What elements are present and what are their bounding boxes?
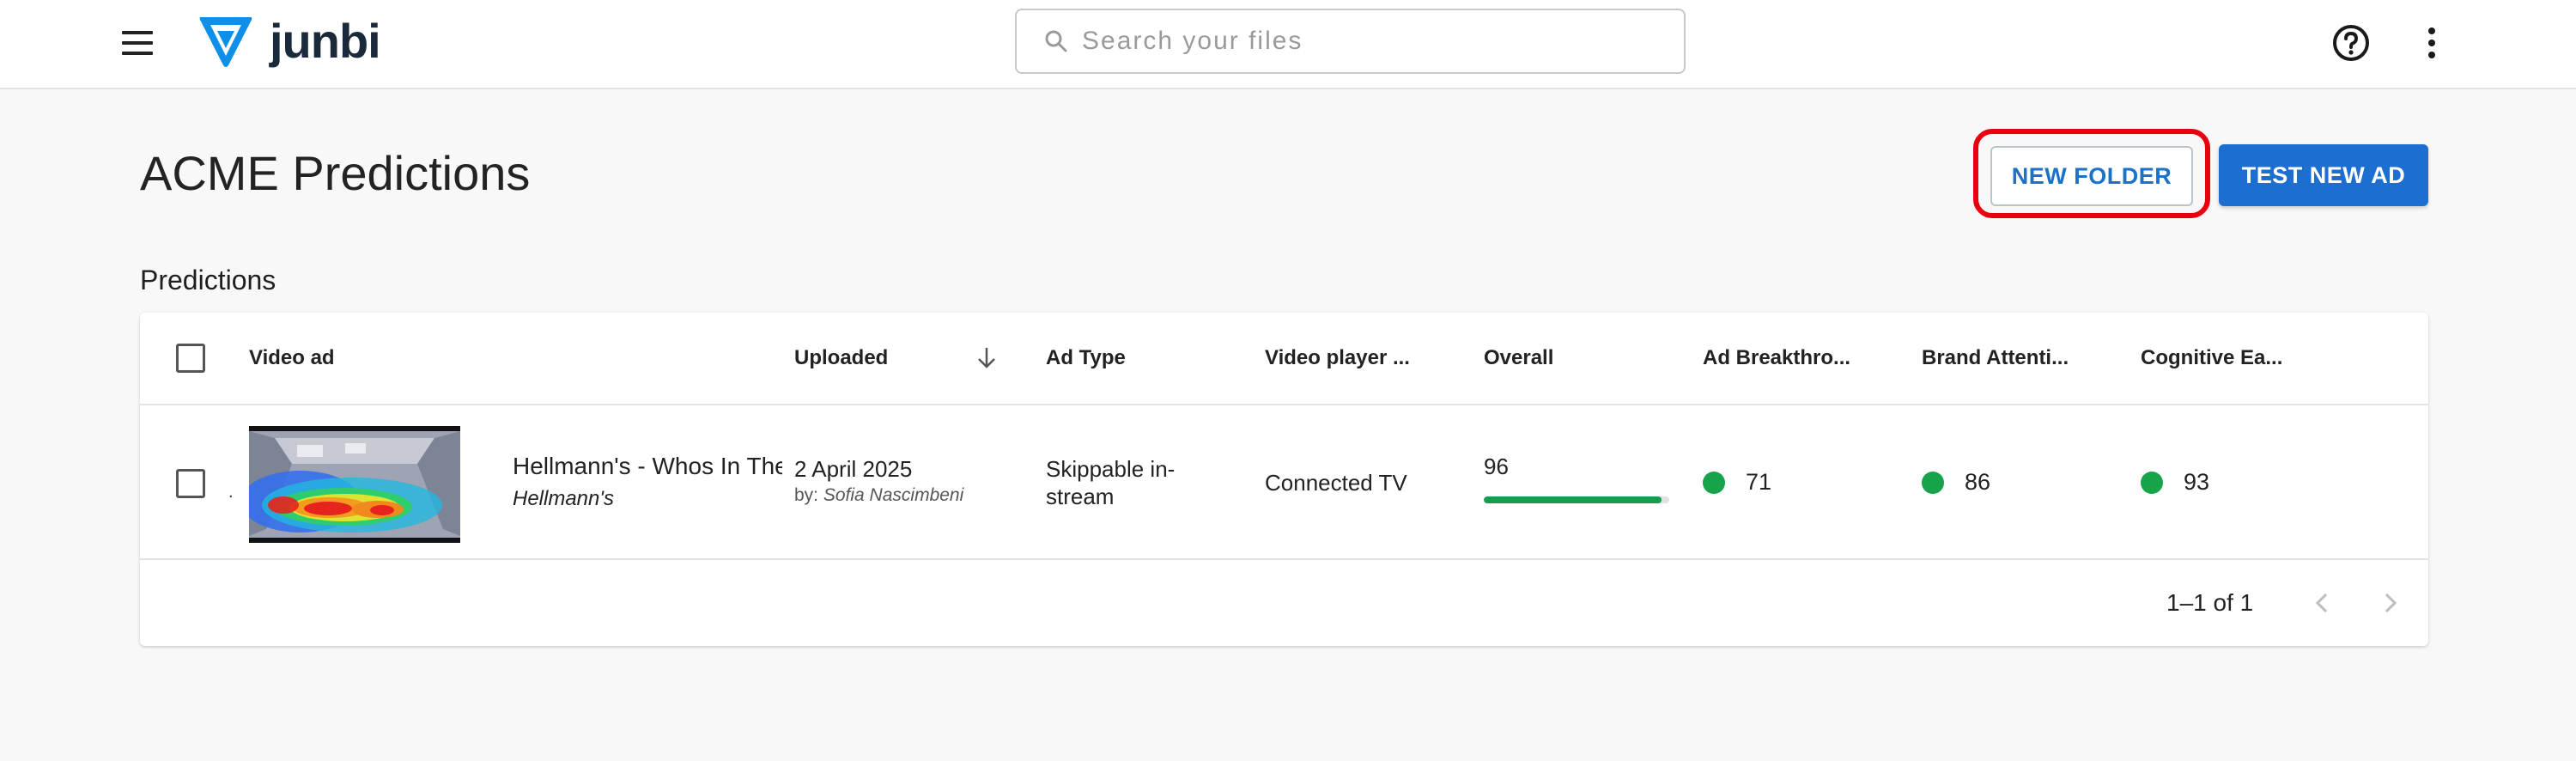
- header-brand-attention[interactable]: Brand Attenti...: [1922, 345, 2069, 371]
- help-icon[interactable]: [2330, 22, 2372, 64]
- pagination-label: 1–1 of 1: [2166, 589, 2254, 616]
- test-new-ad-button[interactable]: TEST NEW AD: [2219, 144, 2428, 206]
- cognitive-ease-value: 93: [2184, 469, 2210, 495]
- brand-attention-value: 86: [1965, 469, 1991, 495]
- menu-icon[interactable]: [118, 27, 156, 58]
- chevron-right-icon[interactable]: [2374, 587, 2405, 618]
- overall-score: 96: [1484, 454, 1509, 479]
- header-ad-breakthrough[interactable]: Ad Breakthro...: [1703, 345, 1850, 371]
- more-vert-icon[interactable]: [2421, 22, 2442, 64]
- search-input[interactable]: [1082, 27, 1649, 56]
- heatmap-thumbnail-image: [249, 426, 460, 543]
- uploaded-by-prefix: by:: [794, 485, 819, 505]
- header-video-ad[interactable]: Video ad: [249, 345, 335, 371]
- ad-breakthrough-value: 71: [1746, 469, 1772, 495]
- logo[interactable]: junbi: [196, 12, 381, 70]
- header-cognitive-ease[interactable]: Cognitive Ea...: [2141, 345, 2282, 371]
- ad-type-line1: Skippable in-: [1046, 456, 1176, 482]
- row-marker: .: [228, 483, 234, 502]
- select-all-checkbox[interactable]: [176, 344, 205, 373]
- video-thumbnail[interactable]: [249, 426, 460, 543]
- uploaded-date: 2 April 2025: [794, 456, 913, 482]
- arrow-down-icon[interactable]: [973, 344, 1000, 371]
- uploader-name: Sofia Nascimbeni: [823, 485, 964, 505]
- score-indicator-dot: [2141, 471, 2163, 494]
- section-title: Predictions: [140, 265, 276, 295]
- page-title: ACME Predictions: [140, 146, 531, 200]
- new-folder-button[interactable]: NEW FOLDER: [1990, 146, 2193, 206]
- overall-progress-bar: [1484, 496, 1669, 503]
- header-ad-type[interactable]: Ad Type: [1046, 345, 1126, 371]
- ad-type-line2: stream: [1046, 484, 1115, 509]
- brand-attention-score: 86: [1922, 469, 1990, 496]
- header-uploaded[interactable]: Uploaded: [794, 345, 888, 371]
- junbi-logo-icon: [199, 17, 252, 67]
- ad-brand: Hellmann's: [513, 487, 614, 510]
- score-indicator-dot: [1922, 471, 1944, 494]
- overall-progress-fill: [1484, 496, 1662, 503]
- table-row[interactable]: . Hellmann's - Whos In The Hellmann's 2 …: [140, 405, 2428, 560]
- ad-title[interactable]: Hellmann's - Whos In The: [513, 452, 782, 481]
- chevron-left-icon[interactable]: [2307, 587, 2338, 618]
- header-video-player[interactable]: Video player ...: [1265, 345, 1410, 371]
- cognitive-ease-score: 93: [2141, 469, 2209, 496]
- search-icon: [1045, 30, 1067, 52]
- ad-breakthrough-score: 71: [1703, 469, 1771, 496]
- predictions-table: Video ad Uploaded Ad Type Video player .…: [140, 313, 2428, 646]
- table-pagination: 1–1 of 1: [140, 560, 2428, 646]
- search-bar[interactable]: [1015, 9, 1686, 74]
- video-player-value: Connected TV: [1265, 470, 1407, 496]
- table-header: Video ad Uploaded Ad Type Video player .…: [140, 313, 2428, 405]
- score-indicator-dot: [1703, 471, 1725, 494]
- top-app-bar: junbi: [0, 0, 2576, 89]
- app-name: junbi: [270, 14, 381, 68]
- row-checkbox[interactable]: [176, 469, 205, 498]
- uploaded-by: by: Sofia Nascimbeni: [794, 484, 963, 507]
- header-overall[interactable]: Overall: [1484, 345, 1553, 371]
